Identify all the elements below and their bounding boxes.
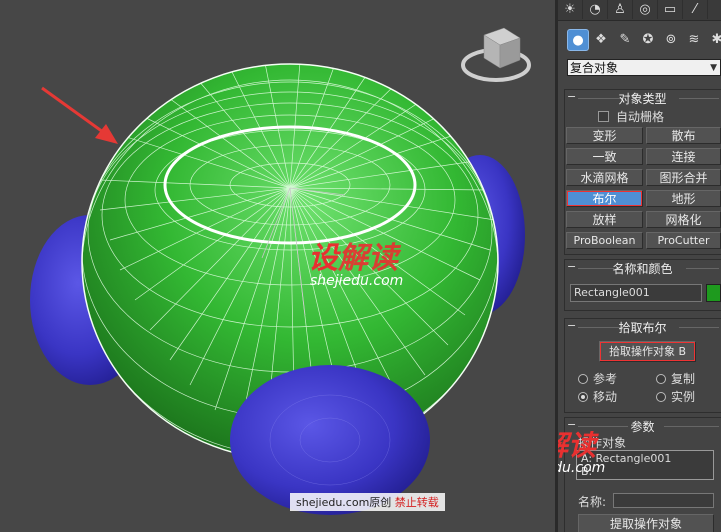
systems-icon[interactable]: ✱ xyxy=(707,29,721,49)
conform-button[interactable]: 一致 xyxy=(566,148,643,165)
operands-label: 操作对象 xyxy=(578,436,627,450)
hierarchy-tab-icon[interactable]: ♙ xyxy=(608,0,633,19)
operand-b-item[interactable]: B: xyxy=(581,465,709,478)
instance-label: 实例 xyxy=(671,390,696,404)
shapes-icon[interactable]: ❖ xyxy=(591,29,611,49)
object-color-swatch[interactable] xyxy=(706,284,721,302)
instance-radio[interactable] xyxy=(656,392,666,402)
utilities-tab-icon[interactable]: ⁄ xyxy=(683,0,708,19)
blue-sphere-front xyxy=(230,365,430,515)
motion-tab-icon[interactable]: ◎ xyxy=(633,0,658,19)
pick-operand-b-button[interactable]: 拾取操作对象 B xyxy=(599,341,696,362)
create-tab-icon[interactable]: ☀ xyxy=(558,0,583,19)
cameras-icon[interactable]: ✪ xyxy=(638,29,658,49)
extract-operand-button[interactable]: 提取操作对象 xyxy=(578,514,714,532)
boolean-button[interactable]: 布尔 xyxy=(566,190,643,207)
viewcube[interactable] xyxy=(461,27,531,82)
object-category-dropdown[interactable]: 复合对象 ▼ xyxy=(567,59,721,76)
shapemerge-button[interactable]: 图形合并 xyxy=(646,169,721,186)
perspective-viewport[interactable]: 设解读 shejiedu.com shejiedu.com原创 禁止转载 xyxy=(0,0,555,532)
copy-radio[interactable] xyxy=(656,374,666,384)
reference-label: 参考 xyxy=(593,372,618,386)
loft-button[interactable]: 放样 xyxy=(566,211,643,228)
blobmesh-button[interactable]: 水滴网格 xyxy=(566,169,643,186)
lights-icon[interactable]: ✎ xyxy=(615,29,635,49)
command-panel: ☀ ◔ ♙ ◎ ▭ ⁄ ● ❖ ✎ ✪ ⊚ ≋ ✱ 复合对象 ▼ − 对象类型 自… xyxy=(558,0,721,532)
copy-label: 复制 xyxy=(671,372,696,386)
move-label: 移动 xyxy=(593,390,618,404)
proboolean-button[interactable]: ProBoolean xyxy=(566,232,643,249)
create-category-tabs: ● ❖ ✎ ✪ ⊚ ≋ ✱ xyxy=(558,26,721,52)
reference-radio[interactable] xyxy=(578,374,588,384)
operands-list[interactable]: A: Rectangle001 B: xyxy=(576,450,714,480)
autogrid-label: 自动栅格 xyxy=(616,110,665,124)
name-color-header[interactable]: − 名称和颜色 xyxy=(564,260,721,276)
move-radio[interactable] xyxy=(578,392,588,402)
morph-button[interactable]: 变形 xyxy=(566,127,643,144)
procutter-button[interactable]: ProCutter xyxy=(646,232,721,249)
name-label: 名称: xyxy=(578,495,607,509)
display-tab-icon[interactable]: ▭ xyxy=(658,0,683,19)
object-name-field[interactable]: Rectangle001 xyxy=(570,284,702,302)
scene-render xyxy=(30,27,531,515)
geometry-icon[interactable]: ● xyxy=(567,29,589,51)
connect-button[interactable]: 连接 xyxy=(646,148,721,165)
helpers-icon[interactable]: ⊚ xyxy=(661,29,681,49)
operand-name-field[interactable] xyxy=(613,493,714,508)
pick-boolean-header[interactable]: − 拾取布尔 xyxy=(564,319,721,335)
parameters-header[interactable]: − 参数 xyxy=(564,418,721,434)
spacewarps-icon[interactable]: ≋ xyxy=(684,29,704,49)
object-type-header[interactable]: − 对象类型 xyxy=(564,90,721,106)
terrain-button[interactable]: 地形 xyxy=(646,190,721,207)
mesher-button[interactable]: 网格化 xyxy=(646,211,721,228)
autogrid-checkbox[interactable] xyxy=(598,111,609,122)
operand-a-item[interactable]: A: Rectangle001 xyxy=(581,452,709,465)
modify-tab-icon[interactable]: ◔ xyxy=(583,0,608,19)
scatter-button[interactable]: 散布 xyxy=(646,127,721,144)
command-panel-tabs: ☀ ◔ ♙ ◎ ▭ ⁄ xyxy=(558,0,721,21)
red-arrow-annotation xyxy=(41,86,118,144)
